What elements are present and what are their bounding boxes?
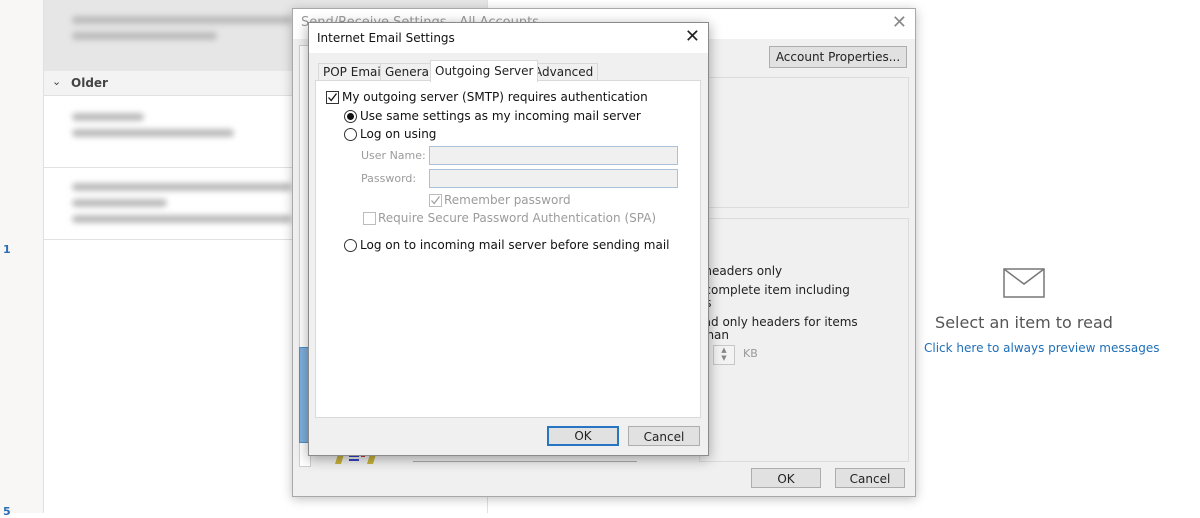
smtp-auth-checkbox[interactable]	[326, 91, 339, 104]
checkmark-icon	[431, 196, 441, 205]
dialog-titlebar: Internet Email Settings ✕	[309, 23, 708, 53]
use-same-settings-label[interactable]: Use same settings as my incoming mail se…	[360, 109, 641, 123]
group-label: Older	[71, 76, 108, 90]
log-on-incoming-first-label[interactable]: Log on to incoming mail server before se…	[360, 238, 670, 252]
use-same-settings-radio[interactable]	[344, 110, 357, 123]
always-preview-link[interactable]: Click here to always preview messages	[924, 341, 1159, 355]
tab-advanced[interactable]: Advanced	[529, 63, 599, 81]
tab-outgoing-server[interactable]: Outgoing Server	[430, 60, 539, 82]
password-label: Password:	[361, 172, 417, 185]
group-box	[699, 77, 909, 208]
ok-button[interactable]: OK	[751, 468, 821, 488]
remember-password-label[interactable]: Remember password	[444, 193, 571, 207]
user-name-label: User Name:	[361, 149, 426, 162]
log-on-using-radio[interactable]	[344, 128, 357, 141]
password-input[interactable]	[429, 169, 678, 188]
empty-state-text: Select an item to read	[935, 313, 1113, 332]
outgoing-server-panel: My outgoing server (SMTP) requires authe…	[315, 80, 701, 418]
cancel-button[interactable]: Cancel	[628, 426, 700, 446]
envelope-icon	[1003, 268, 1045, 298]
remember-password-checkbox[interactable]	[429, 194, 442, 207]
unread-count[interactable]: 5	[3, 505, 11, 518]
close-icon[interactable]: ✕	[892, 12, 907, 33]
account-properties-button[interactable]: Account Properties...	[769, 46, 907, 68]
folder-pane-rail: 1 5	[0, 0, 44, 518]
smtp-auth-label[interactable]: My outgoing server (SMTP) requires authe…	[342, 90, 648, 104]
size-spinner[interactable]: ▲ ▼	[713, 345, 735, 365]
option-download-complete[interactable]: d complete item including	[693, 284, 850, 297]
require-spa-label[interactable]: Require Secure Password Authentication (…	[378, 211, 656, 225]
log-on-using-label[interactable]: Log on using	[360, 127, 436, 141]
ok-button[interactable]: OK	[547, 426, 619, 446]
size-unit: KB	[743, 347, 758, 360]
chevron-down-icon: ⌄	[52, 75, 62, 88]
user-name-input[interactable]	[429, 146, 678, 165]
log-on-incoming-first-radio[interactable]	[344, 239, 357, 252]
internet-email-settings-dialog: Internet Email Settings ✕ POP Email Gene…	[308, 22, 709, 456]
tab-pop-email[interactable]: POP Email	[318, 63, 390, 81]
dialog-title: Internet Email Settings	[317, 31, 455, 45]
group-box	[699, 218, 909, 462]
tab-general[interactable]: General	[380, 63, 438, 81]
close-icon[interactable]: ✕	[685, 26, 700, 47]
unread-count[interactable]: 1	[3, 243, 11, 256]
reading-pane: Select an item to read Click here to alw…	[916, 0, 1200, 513]
cancel-button[interactable]: Cancel	[835, 468, 905, 488]
require-spa-checkbox[interactable]	[363, 212, 376, 225]
checkmark-icon	[328, 93, 338, 102]
